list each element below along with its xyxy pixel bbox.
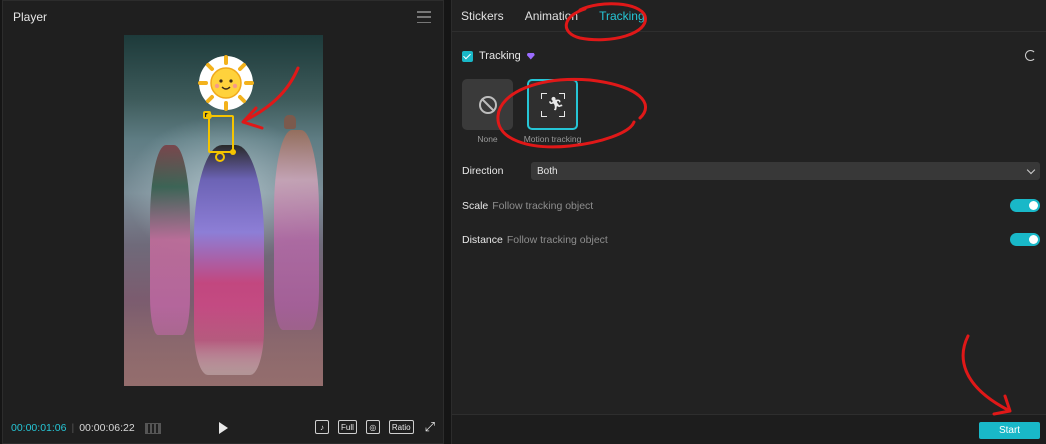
player-tools: ♪ Full ◎ Ratio ⤢	[315, 419, 437, 434]
direction-select[interactable]: Both	[531, 162, 1040, 180]
grid-icon[interactable]	[144, 422, 161, 434]
chevron-down-icon	[1026, 165, 1036, 174]
distance-toggle[interactable]	[1010, 233, 1040, 246]
video-preview[interactable]	[124, 35, 323, 386]
option-none[interactable]: None	[462, 79, 513, 144]
scale-toggle[interactable]	[1010, 199, 1040, 212]
motion-tracking-icon: 🏃︎	[540, 92, 565, 117]
properties-panel: Stickers Animation Tracking Tracking Non…	[451, 0, 1046, 444]
rotate-handle-icon[interactable]	[215, 152, 225, 162]
tracking-box[interactable]	[206, 113, 236, 155]
tiktok-icon[interactable]: ♪	[315, 420, 330, 434]
play-button[interactable]	[219, 422, 228, 434]
player-panel: Player 00:00:01:06 | 00:00:06:22 ♪ Full …	[2, 0, 444, 444]
tab-stickers[interactable]: Stickers	[461, 9, 504, 23]
scale-row: Scale Follow tracking object	[462, 199, 1040, 213]
scale-hint: Follow tracking object	[492, 200, 594, 212]
player-title: Player	[13, 10, 48, 24]
direction-row: Direction Both	[462, 162, 1040, 180]
distance-label: Distance	[462, 234, 503, 246]
total-time: 00:00:06:22	[79, 422, 135, 434]
fullscreen-icon[interactable]: ⤢	[423, 419, 437, 434]
zoom-icon[interactable]: ◎	[365, 420, 380, 434]
sun-sticker-icon[interactable]	[196, 53, 256, 113]
option-label: Motion tracking	[523, 134, 582, 144]
start-button[interactable]: Start	[979, 422, 1040, 439]
current-time: 00:00:01:06	[11, 422, 67, 434]
player-controls: 00:00:01:06 | 00:00:06:22 ♪ Full ◎ Ratio…	[11, 419, 437, 434]
distance-row: Distance Follow tracking object	[462, 233, 1040, 247]
panel-footer: Start	[452, 414, 1046, 444]
premium-gem-icon	[526, 52, 535, 60]
full-button[interactable]: Full	[338, 420, 357, 434]
none-icon	[478, 95, 497, 114]
option-motion-tracking[interactable]: 🏃︎ Motion tracking	[524, 79, 581, 144]
direction-label: Direction	[462, 165, 504, 177]
ratio-button[interactable]: Ratio	[388, 420, 414, 434]
option-label: None	[477, 134, 498, 144]
tab-tracking[interactable]: Tracking	[599, 9, 645, 23]
player-header: Player	[3, 1, 443, 33]
distance-hint: Follow tracking object	[506, 234, 608, 246]
reset-icon[interactable]	[1025, 50, 1036, 61]
scale-label: Scale	[462, 200, 489, 212]
tracking-checkbox[interactable]	[462, 50, 473, 62]
tracking-options: None 🏃︎ Motion tracking	[462, 79, 581, 144]
tab-animation[interactable]: Animation	[525, 9, 578, 23]
tracking-label: Tracking	[479, 50, 521, 62]
menu-icon[interactable]	[417, 11, 431, 23]
dancer-right	[274, 130, 319, 330]
tab-bar: Stickers Animation Tracking	[452, 0, 1046, 32]
tracking-toggle-row: Tracking	[462, 50, 535, 62]
direction-value: Both	[537, 165, 558, 177]
